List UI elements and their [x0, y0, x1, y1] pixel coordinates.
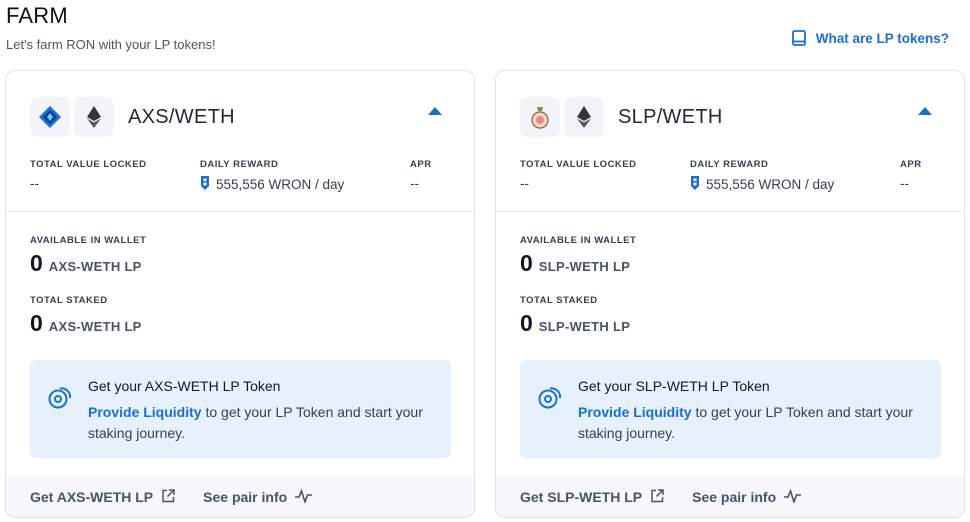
get-lp-info-box: Get your AXS-WETH LP Token Provide Liqui… [30, 360, 451, 458]
apr-stat: APR -- [900, 159, 922, 191]
external-link-icon [650, 488, 664, 506]
caret-up-icon [428, 107, 442, 115]
staked-label: TOTAL STAKED [30, 295, 108, 306]
provide-liquidity-link[interactable]: Provide Liquidity [88, 404, 202, 420]
book-icon [791, 30, 806, 46]
token-pair: SLP/WETH [520, 97, 723, 137]
wallet-balance: AVAILABLE IN WALLET 0 AXS-WETH LP [30, 235, 146, 277]
farm-card-slp-weth: SLP/WETH TOTAL VALUE LOCKED -- DAILY REW… [495, 70, 965, 518]
tvl-stat: TOTAL VALUE LOCKED -- [520, 159, 637, 191]
wallet-unit: AXS-WETH LP [48, 259, 142, 274]
wallet-unit: SLP-WETH LP [538, 259, 631, 274]
get-lp-link[interactable]: Get AXS-WETH LP [30, 488, 175, 506]
wallet-label: AVAILABLE IN WALLET [520, 235, 637, 246]
apr-value: -- [900, 176, 909, 191]
caret-up-icon [918, 107, 932, 115]
farm-card-footer: Get AXS-WETH LP See pair info [6, 477, 474, 517]
eth-token-icon [564, 97, 604, 137]
see-pair-info-link[interactable]: See pair info [203, 488, 313, 506]
external-link-icon [161, 488, 175, 506]
activity-icon [784, 488, 802, 506]
daily-reward-stat: DAILY REWARD 555,556 WRON / day [690, 159, 834, 193]
farm-card-footer: Get SLP-WETH LP See pair info [496, 477, 964, 517]
token-pair: AXS/WETH [30, 97, 235, 137]
page-subtitle: Let's farm RON with your LP tokens! [6, 37, 216, 52]
page-title: FARM [6, 3, 68, 28]
get-lp-info-box: Get your SLP-WETH LP Token Provide Liqui… [520, 360, 941, 458]
collapse-button[interactable] [428, 107, 444, 119]
ronin-token-icon [690, 176, 700, 193]
apr-value: -- [410, 176, 419, 191]
farm-card-header: SLP/WETH TOTAL VALUE LOCKED -- DAILY REW… [496, 71, 964, 212]
daily-reward-label: DAILY REWARD [200, 159, 279, 170]
collapse-button[interactable] [918, 107, 934, 119]
daily-reward-value: 555,556 WRON / day [200, 176, 344, 193]
wallet-amount: 0 [30, 250, 43, 276]
pair-name: AXS/WETH [128, 105, 235, 128]
see-pair-info-link[interactable]: See pair info [692, 488, 802, 506]
staked-label: TOTAL STAKED [520, 295, 598, 306]
pair-name: SLP/WETH [618, 105, 723, 128]
slp-token-icon [520, 97, 560, 137]
tvl-label: TOTAL VALUE LOCKED [520, 159, 637, 170]
tvl-stat: TOTAL VALUE LOCKED -- [30, 159, 147, 191]
staked-unit: AXS-WETH LP [48, 319, 142, 334]
apr-stat: APR -- [410, 159, 432, 191]
farm-card-axs-weth: AXS/WETH TOTAL VALUE LOCKED -- DAILY REW… [5, 70, 475, 518]
tvl-value: -- [520, 176, 529, 191]
what-are-lp-tokens-link[interactable]: What are LP tokens? [791, 30, 949, 46]
info-title: Get your SLP-WETH LP Token [578, 378, 770, 394]
ronin-token-icon [200, 176, 210, 193]
info-text: Provide Liquidity to get your LP Token a… [88, 404, 423, 441]
coins-icon [48, 384, 74, 410]
info-text: Provide Liquidity to get your LP Token a… [578, 404, 913, 441]
daily-reward-stat: DAILY REWARD 555,556 WRON / day [200, 159, 344, 193]
coins-icon [538, 384, 564, 410]
staked-balance: TOTAL STAKED 0 SLP-WETH LP [520, 295, 630, 337]
apr-label: APR [410, 159, 432, 170]
daily-reward-value: 555,556 WRON / day [690, 176, 834, 193]
activity-icon [295, 488, 313, 506]
staked-balance: TOTAL STAKED 0 AXS-WETH LP [30, 295, 142, 337]
tvl-value: -- [30, 176, 39, 191]
staked-amount: 0 [520, 310, 533, 336]
lp-link-label: What are LP tokens? [815, 30, 949, 46]
axs-token-icon [30, 97, 70, 137]
get-lp-link[interactable]: Get SLP-WETH LP [520, 488, 664, 506]
staked-amount: 0 [30, 310, 43, 336]
wallet-label: AVAILABLE IN WALLET [30, 235, 147, 246]
eth-token-icon [74, 97, 114, 137]
provide-liquidity-link[interactable]: Provide Liquidity [578, 404, 692, 420]
tvl-label: TOTAL VALUE LOCKED [30, 159, 147, 170]
staked-unit: SLP-WETH LP [538, 319, 631, 334]
farm-card-header: AXS/WETH TOTAL VALUE LOCKED -- DAILY REW… [6, 71, 474, 212]
wallet-amount: 0 [520, 250, 533, 276]
wallet-balance: AVAILABLE IN WALLET 0 SLP-WETH LP [520, 235, 636, 277]
daily-reward-label: DAILY REWARD [690, 159, 769, 170]
info-title: Get your AXS-WETH LP Token [88, 378, 281, 394]
apr-label: APR [900, 159, 922, 170]
